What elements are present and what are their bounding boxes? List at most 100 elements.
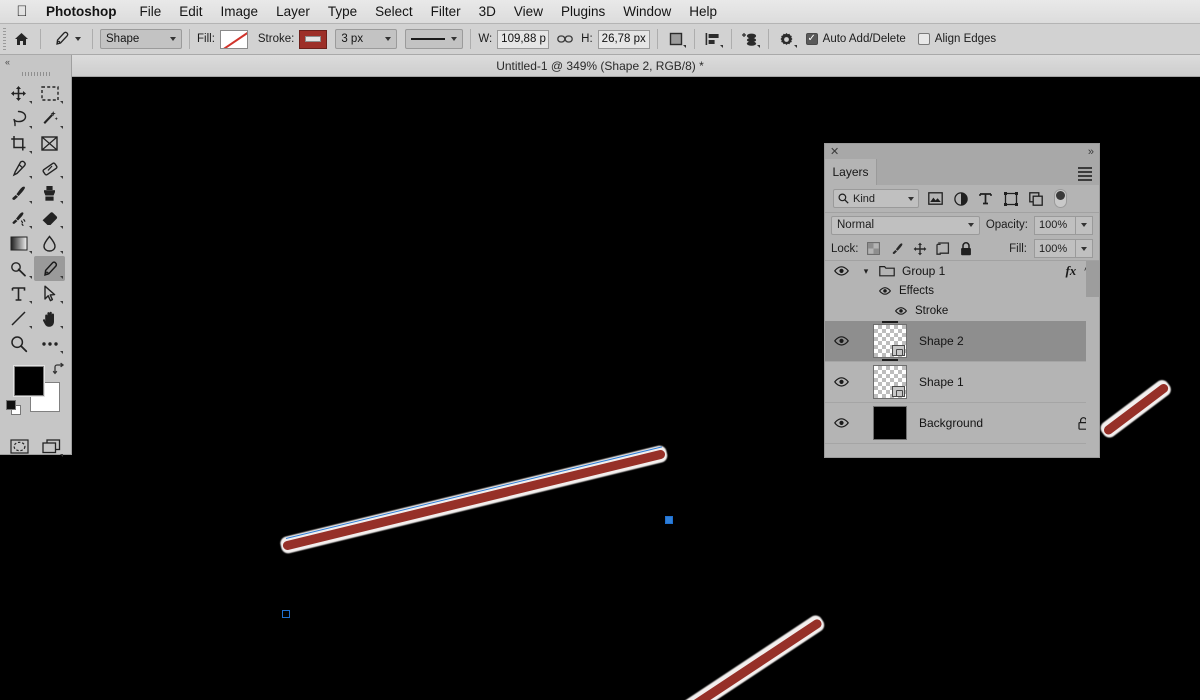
layers-scrollbar[interactable]: [1086, 261, 1099, 457]
frame-tool[interactable]: [34, 131, 65, 156]
layer-thumbnail[interactable]: [873, 365, 907, 399]
brush-tool[interactable]: [3, 181, 34, 206]
stroke-effect-visibility-toggle[interactable]: [825, 307, 907, 315]
opacity-input[interactable]: 100%: [1034, 215, 1076, 235]
filter-pixel-icon[interactable]: [927, 190, 944, 208]
layers-scrollbar-thumb[interactable]: [1086, 261, 1099, 297]
shape-fragment-stroke[interactable]: [1097, 377, 1174, 441]
layer-visibility-toggle[interactable]: [825, 377, 857, 387]
hand-tool[interactable]: [34, 306, 65, 331]
menu-item-filter[interactable]: Filter: [422, 4, 470, 19]
chevron-down-icon[interactable]: ▾: [861, 266, 871, 277]
fill-input[interactable]: 100%: [1034, 239, 1076, 258]
zoom-tool[interactable]: [3, 331, 34, 356]
options-bar-grip[interactable]: [0, 24, 9, 55]
layer-row-shape-1[interactable]: Shape 1: [825, 362, 1099, 403]
clone-stamp-tool[interactable]: [34, 181, 65, 206]
rectangular-marquee-tool[interactable]: [34, 81, 65, 106]
fill-stepper-icon[interactable]: [1076, 239, 1093, 258]
double-chevron-left-icon[interactable]: «: [0, 55, 71, 69]
type-tool[interactable]: [3, 281, 34, 306]
menu-item-window[interactable]: Window: [614, 4, 680, 19]
layer-thumbnail[interactable]: [870, 321, 910, 361]
document-tab-bar[interactable]: Untitled-1 @ 349% (Shape 2, RGB/8) *: [0, 55, 1200, 77]
filter-shape-icon[interactable]: [1002, 190, 1019, 208]
stroke-width-select[interactable]: 3 px: [335, 29, 398, 49]
layer-visibility-toggle[interactable]: [825, 266, 857, 276]
layer-row-effects[interactable]: Effects: [825, 281, 1099, 301]
foreground-color-swatch[interactable]: [14, 366, 44, 396]
apple-logo-icon[interactable]: : [14, 3, 30, 21]
menu-item-view[interactable]: View: [505, 4, 552, 19]
layer-visibility-toggle[interactable]: [825, 418, 857, 428]
layer-thumbnail[interactable]: [873, 406, 907, 440]
auto-add-delete-checkbox[interactable]: Auto Add/Delete: [805, 33, 906, 45]
crop-tool[interactable]: [3, 131, 34, 156]
path-selection-tool[interactable]: [34, 281, 65, 306]
filter-kind-select[interactable]: Kind: [833, 189, 919, 208]
shape-mode-select[interactable]: Shape: [100, 29, 182, 49]
eyedropper-tool[interactable]: [3, 156, 34, 181]
pen-tool[interactable]: [34, 256, 65, 281]
path-operations-icon[interactable]: [665, 28, 687, 50]
close-icon[interactable]: ✕: [830, 145, 839, 158]
line-tool[interactable]: [3, 306, 34, 331]
layer-row-group-1[interactable]: ▾ Group 1 fx ^: [825, 261, 1099, 281]
layer-row-background[interactable]: Background: [825, 403, 1099, 444]
anchor-point-end[interactable]: [665, 516, 673, 524]
object-selection-tool[interactable]: [34, 106, 65, 131]
dodge-tool[interactable]: [3, 256, 34, 281]
tab-layers[interactable]: Layers: [825, 159, 877, 185]
stroke-color-swatch[interactable]: [299, 29, 328, 49]
blend-mode-select[interactable]: Normal: [831, 215, 980, 235]
tool-preset-picker[interactable]: [48, 29, 85, 49]
menu-item-file[interactable]: File: [131, 4, 171, 19]
lock-position-icon[interactable]: [912, 241, 928, 257]
filter-type-icon[interactable]: [977, 190, 994, 208]
align-edges-checkbox[interactable]: Align Edges: [917, 33, 996, 45]
double-chevron-right-icon[interactable]: »: [1088, 146, 1094, 158]
anchor-point-start[interactable]: [282, 610, 290, 618]
menu-item-select[interactable]: Select: [366, 4, 422, 19]
filter-adjustment-icon[interactable]: [952, 190, 969, 208]
opacity-stepper-icon[interactable]: [1076, 215, 1093, 235]
gradient-tool[interactable]: [3, 231, 34, 256]
shape-1-stroke[interactable]: [567, 612, 827, 700]
menu-item-photoshop[interactable]: Photoshop: [46, 4, 131, 19]
healing-brush-tool[interactable]: [34, 156, 65, 181]
menu-item-3d[interactable]: 3D: [470, 4, 505, 19]
blur-tool[interactable]: [34, 231, 65, 256]
eraser-tool[interactable]: [34, 206, 65, 231]
layer-visibility-toggle[interactable]: [825, 336, 857, 346]
fx-icon[interactable]: fx: [1065, 263, 1076, 279]
filter-toggle[interactable]: [1054, 189, 1067, 208]
screen-mode-icon[interactable]: [37, 434, 65, 459]
height-input[interactable]: 26,78 px: [597, 29, 650, 49]
panel-menu-icon[interactable]: [1078, 167, 1092, 183]
move-tool[interactable]: [3, 81, 34, 106]
layer-row-shape-2[interactable]: Shape 2: [825, 321, 1099, 362]
shape-2-stroke[interactable]: [278, 444, 669, 555]
fill-swatch[interactable]: [219, 29, 248, 49]
stroke-style-select[interactable]: [405, 29, 464, 49]
lock-image-pixels-icon[interactable]: [889, 241, 905, 257]
lock-artboard-nesting-icon[interactable]: [935, 241, 951, 257]
lasso-tool[interactable]: [3, 106, 34, 131]
layer-row-stroke-effect[interactable]: Stroke: [825, 301, 1099, 321]
menu-item-help[interactable]: Help: [680, 4, 726, 19]
width-input[interactable]: 109,88 p: [497, 29, 550, 49]
edit-toolbar-tool[interactable]: [34, 331, 65, 356]
tools-panel-grip[interactable]: [0, 69, 71, 79]
path-arrangement-icon[interactable]: [739, 28, 761, 50]
menu-item-edit[interactable]: Edit: [170, 4, 211, 19]
lock-transparent-pixels-icon[interactable]: [866, 241, 882, 257]
filter-smart-object-icon[interactable]: [1027, 190, 1044, 208]
gear-icon[interactable]: [776, 28, 798, 50]
quick-mask-icon[interactable]: [6, 434, 34, 459]
menu-item-plugins[interactable]: Plugins: [552, 4, 614, 19]
swap-colors-icon[interactable]: [52, 362, 65, 375]
history-brush-tool[interactable]: [3, 206, 34, 231]
lock-all-icon[interactable]: [958, 241, 974, 257]
link-chain-icon[interactable]: [557, 34, 574, 44]
menu-item-image[interactable]: Image: [212, 4, 268, 19]
